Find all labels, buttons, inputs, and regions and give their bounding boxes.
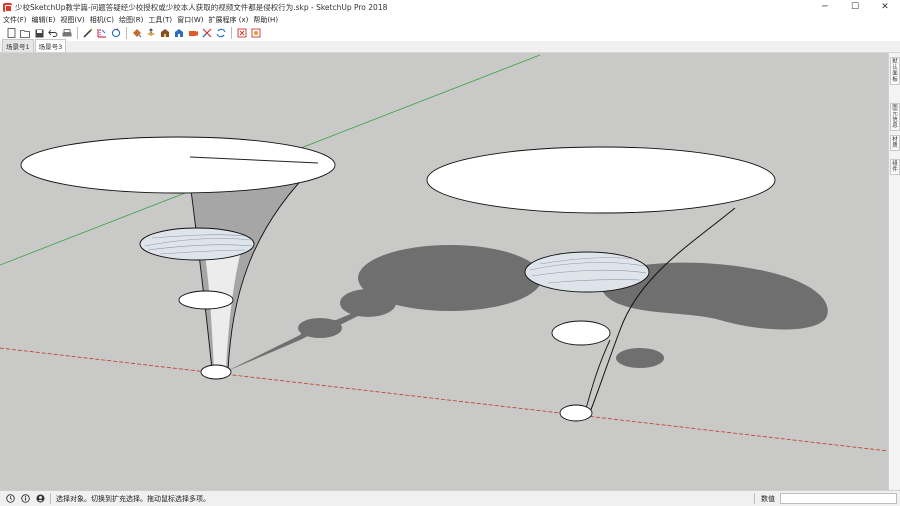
toolbar-divider [77,27,78,39]
ruby-console-icon[interactable] [237,28,248,39]
sync-icon[interactable] [216,28,227,39]
shadow [358,245,542,311]
drawing-viewport[interactable] [0,53,888,490]
warehouse-icon[interactable] [160,28,171,39]
tray-tab-default[interactable]: 默认面板 [890,57,900,85]
line-tool-icon[interactable] [83,28,94,39]
status-divider [50,493,51,504]
print-icon[interactable] [62,28,73,39]
sketchup-logo-icon [3,2,12,12]
extension-warehouse-icon[interactable] [174,28,185,39]
menu-edit[interactable]: 编辑(E) [31,15,60,25]
new-file-icon[interactable] [6,28,17,39]
rotate-icon[interactable] [111,28,122,39]
close-button[interactable]: ✕ [870,0,900,14]
plugin-icon[interactable] [251,28,262,39]
scene-tabs: 场景号1 场景号3 [0,39,900,53]
status-bar: 选择对象。切换到扩充选择。拖动鼠标选择多项。 数值 [0,490,900,506]
cut-icon[interactable] [202,28,213,39]
measurements-label: 数值 [761,495,775,503]
maximize-button[interactable]: ☐ [840,0,870,14]
shadow [616,348,664,368]
menu-window[interactable]: 窗口(W) [176,15,207,25]
measure-tool-icon[interactable] [97,28,108,39]
toolbar-divider [231,27,232,39]
title-bar: 少校SketchUp教学篇-问题答疑经少校授权或少校本人获取的视频文件都是侵权行… [0,0,900,14]
top-disc [20,136,336,194]
menu-camera[interactable]: 相机(C) [89,15,118,25]
save-icon[interactable] [34,28,45,39]
undo-icon[interactable] [48,28,59,39]
open-file-icon[interactable] [20,28,31,39]
tray-tab-entity-info[interactable]: 图元信息 [890,103,900,131]
window-controls: ─ ☐ ✕ [810,0,900,14]
scene-canvas [0,54,888,452]
scene-tab-active[interactable]: 场景号3 [34,39,67,52]
menu-draw[interactable]: 绘图(R) [118,15,147,25]
minimize-button[interactable]: ─ [810,0,840,14]
small-disc [551,320,611,346]
red-axis [0,347,888,452]
tray-tab-materials[interactable]: 材质 [890,135,900,151]
small-disc [178,290,234,310]
top-disc [426,146,776,214]
sketchup-window: 少校SketchUp教学篇-问题答疑经少校授权或少校本人获取的视频文件都是侵权行… [0,0,900,506]
menu-view[interactable]: 视图(V) [59,15,88,25]
user-account-icon[interactable] [35,494,45,504]
toolbar [0,25,900,41]
base-disc [559,404,593,422]
measurements-input[interactable] [780,493,897,504]
status-divider [754,493,755,504]
scene-tab[interactable]: 场景号1 [2,39,34,52]
tray-tab-components[interactable]: 组件 [890,159,900,175]
menu-extensions[interactable]: 扩展程序 (x) [207,15,252,25]
funnel-curve [584,339,611,413]
push-pull-icon[interactable] [146,28,157,39]
menu-help[interactable]: 帮助(H) [252,15,282,25]
menu-file[interactable]: 文件(F) [2,15,31,25]
status-message: 选择对象。切换到扩充选择。拖动鼠标选择多项。 [56,494,210,503]
default-tray: 默认面板 图元信息 材质 组件 [888,53,900,490]
menu-bar: 文件(F) 编辑(E) 视图(V) 相机(C) 绘图(R) 工具(T) 窗口(W… [0,14,900,25]
camera-icon[interactable] [188,28,199,39]
window-title: 少校SketchUp教学篇-问题答疑经少校授权或少校本人获取的视频文件都是侵权行… [15,2,388,12]
credits-icon[interactable] [20,494,30,504]
toolbar-divider [126,27,127,39]
base-disc [200,364,232,380]
geo-location-icon[interactable] [5,494,15,504]
menu-tools[interactable]: 工具(T) [147,15,176,25]
paint-bucket-icon[interactable] [132,28,143,39]
